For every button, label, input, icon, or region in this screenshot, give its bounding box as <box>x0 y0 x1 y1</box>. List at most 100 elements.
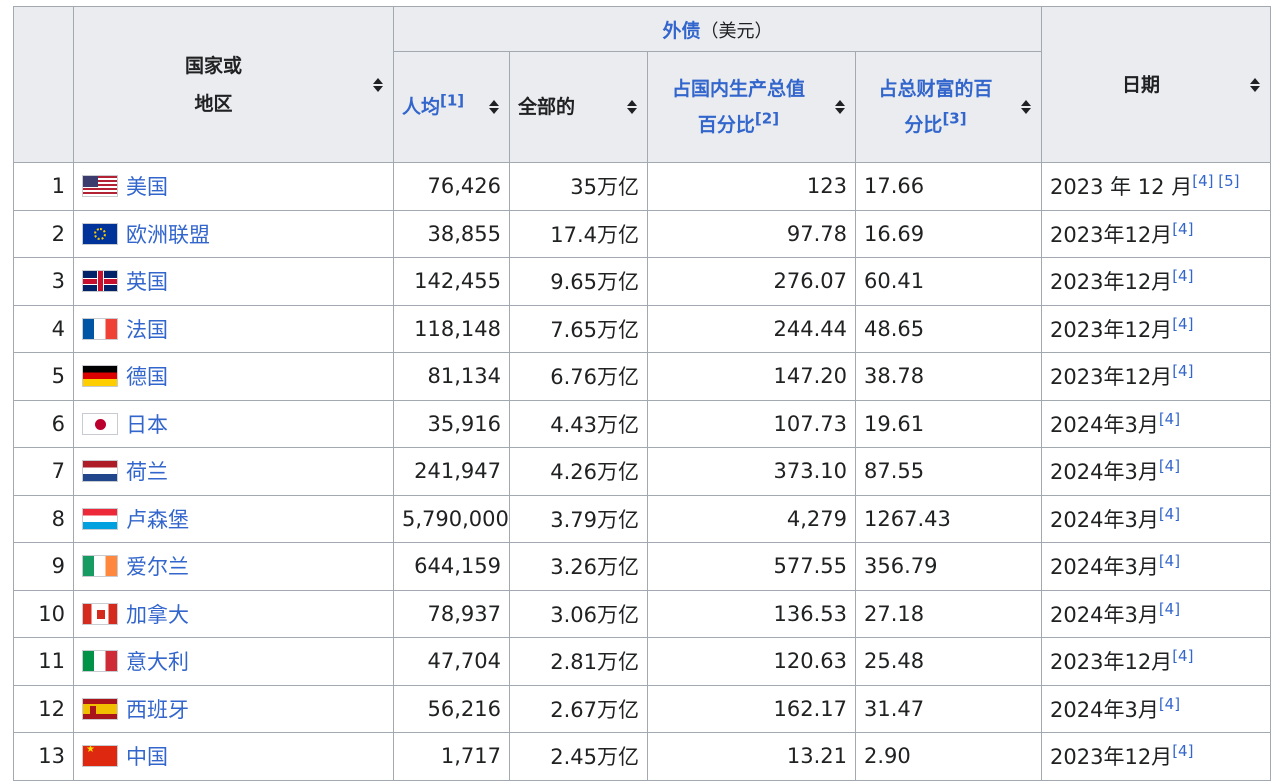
reference-link[interactable]: [4] [5] <box>1192 172 1239 190</box>
reference-link[interactable]: [4] <box>1172 742 1193 760</box>
sort-icon[interactable] <box>1250 77 1261 92</box>
ireland-flag-icon <box>82 555 118 578</box>
country-link[interactable]: 卢森堡 <box>126 504 189 534</box>
date-cell: 2023年12月[4] <box>1041 209 1272 258</box>
date-header[interactable]: 日期 <box>1041 6 1272 163</box>
per-capita-link[interactable]: 人均 <box>402 96 440 118</box>
country-link[interactable]: 美国 <box>126 171 168 201</box>
country-link[interactable]: 英国 <box>126 266 168 296</box>
gdp-percent-cell: 123 <box>647 162 856 211</box>
rank-cell: 7 <box>13 447 74 496</box>
wealth-percent-link-line2[interactable]: 分比 <box>904 114 942 136</box>
japan-flag-icon <box>82 412 118 435</box>
table-row: 4 法国 118,148 7.65万亿 244.44 48.65 2023年12月[4] <box>13 304 1272 353</box>
country-header[interactable]: 国家或 地区 <box>73 6 394 163</box>
date-cell: 2024年3月[4] <box>1041 494 1272 543</box>
table-row: 11 意大利 47,704 2.81万亿 120.63 25.48 2023年12月[4] <box>13 637 1272 686</box>
total-cell: 2.81万亿 <box>509 637 648 686</box>
reference-link[interactable]: [4] <box>1172 315 1193 333</box>
date-text: 2023年12月 <box>1050 365 1173 390</box>
country-cell: 加拿大 <box>73 589 394 638</box>
reference-link[interactable]: [4] <box>1172 362 1193 380</box>
wealth-percent-header[interactable]: 占总财富的百 分比[3] <box>854 51 1043 163</box>
gdp-percent-link-line1[interactable]: 占国内生产总值 <box>672 78 805 100</box>
date-text: 2024年3月 <box>1050 460 1159 485</box>
date-cell: 2023年12月[4] <box>1041 637 1272 686</box>
reference-link[interactable]: [4] <box>1159 600 1180 618</box>
country-link[interactable]: 西班牙 <box>126 694 189 724</box>
per-capita-header[interactable]: 人均[1] <box>393 51 510 163</box>
country-cell: 日本 <box>73 399 394 448</box>
total-cell: 2.67万亿 <box>509 684 648 733</box>
sort-icon[interactable] <box>489 100 499 114</box>
sort-icon[interactable] <box>1021 100 1032 114</box>
country-link[interactable]: 意大利 <box>126 646 189 676</box>
country-link[interactable]: 德国 <box>126 361 168 391</box>
date-header-label: 日期 <box>1122 73 1161 96</box>
per-capita-cell: 81,134 <box>393 352 510 401</box>
rank-cell: 6 <box>13 399 74 448</box>
country-cell: 欧洲联盟 <box>73 209 394 258</box>
wealth-percent-cell: 17.66 <box>854 162 1043 211</box>
reference-link[interactable]: [4] <box>1172 647 1193 665</box>
reference-link[interactable]: [1] <box>440 92 464 110</box>
reference-link[interactable]: [2] <box>755 110 779 128</box>
gdp-percent-cell: 136.53 <box>647 589 856 638</box>
table-body: 1 美国 76,426 35万亿 123 17.66 2023 年 12 月[4] [5] 2… <box>13 162 1272 781</box>
total-cell: 3.79万亿 <box>509 494 648 543</box>
reference-link[interactable]: [4] <box>1159 457 1180 475</box>
rank-cell: 8 <box>13 494 74 543</box>
per-capita-cell: 142,455 <box>393 257 510 306</box>
us-flag-icon <box>82 175 118 198</box>
reference-link[interactable]: [4] <box>1159 505 1180 523</box>
table-row: 9 爱尔兰 644,159 3.26万亿 577.55 356.79 2024年3月[4] <box>13 542 1272 591</box>
sort-icon[interactable] <box>835 100 845 114</box>
sort-icon[interactable] <box>627 100 637 114</box>
rank-cell: 3 <box>13 257 74 306</box>
total-cell: 9.65万亿 <box>509 257 648 306</box>
rank-header <box>13 6 74 163</box>
wealth-percent-link-line1[interactable]: 占总财富的百 <box>879 78 993 100</box>
date-text: 2024年3月 <box>1050 412 1159 437</box>
sort-icon[interactable] <box>373 77 383 92</box>
country-cell: 意大利 <box>73 637 394 686</box>
wealth-percent-cell: 31.47 <box>854 684 1043 733</box>
country-link[interactable]: 日本 <box>126 409 168 439</box>
country-link[interactable]: 法国 <box>126 314 168 344</box>
date-cell: 2024年3月[4] <box>1041 684 1272 733</box>
gdp-percent-header[interactable]: 占国内生产总值 百分比[2] <box>647 51 856 163</box>
currency-unit: （美元） <box>700 20 773 42</box>
total-cell: 7.65万亿 <box>509 304 648 353</box>
total-cell: 4.26万亿 <box>509 447 648 496</box>
country-link[interactable]: 欧洲联盟 <box>126 219 210 249</box>
date-cell: 2024年3月[4] <box>1041 447 1272 496</box>
reference-link[interactable]: [3] <box>942 110 966 128</box>
rank-cell: 10 <box>13 589 74 638</box>
table-row: 13中国1,7172.45万亿13.212.902023年12月[4] <box>13 732 1272 781</box>
wealth-percent-cell: 356.79 <box>854 542 1043 591</box>
france-flag-icon <box>82 317 118 340</box>
date-cell: 2024年3月[4] <box>1041 542 1272 591</box>
total-header[interactable]: 全部的 <box>509 51 648 163</box>
date-text: 2023 年 12 月 <box>1050 175 1193 200</box>
gdp-percent-cell: 577.55 <box>647 542 856 591</box>
country-cell: 爱尔兰 <box>73 542 394 591</box>
reference-link[interactable]: [4] <box>1159 552 1180 570</box>
gdp-percent-cell: 147.20 <box>647 352 856 401</box>
reference-link[interactable]: [4] <box>1172 267 1193 285</box>
country-link[interactable]: 中国 <box>126 741 168 771</box>
gdp-percent-link-line2[interactable]: 百分比 <box>698 114 755 136</box>
luxembourg-flag-icon <box>82 507 118 530</box>
country-cell: 西班牙 <box>73 684 394 733</box>
reference-link[interactable]: [4] <box>1159 410 1180 428</box>
country-link[interactable]: 爱尔兰 <box>126 551 189 581</box>
total-cell: 6.76万亿 <box>509 352 648 401</box>
country-link[interactable]: 荷兰 <box>126 456 168 486</box>
country-cell: 法国 <box>73 304 394 353</box>
total-cell: 3.26万亿 <box>509 542 648 591</box>
reference-link[interactable]: [4] <box>1172 220 1193 238</box>
rank-cell: 13 <box>13 732 74 781</box>
country-link[interactable]: 加拿大 <box>126 599 189 629</box>
external-debt-link[interactable]: 外债 <box>663 20 701 42</box>
reference-link[interactable]: [4] <box>1159 695 1180 713</box>
